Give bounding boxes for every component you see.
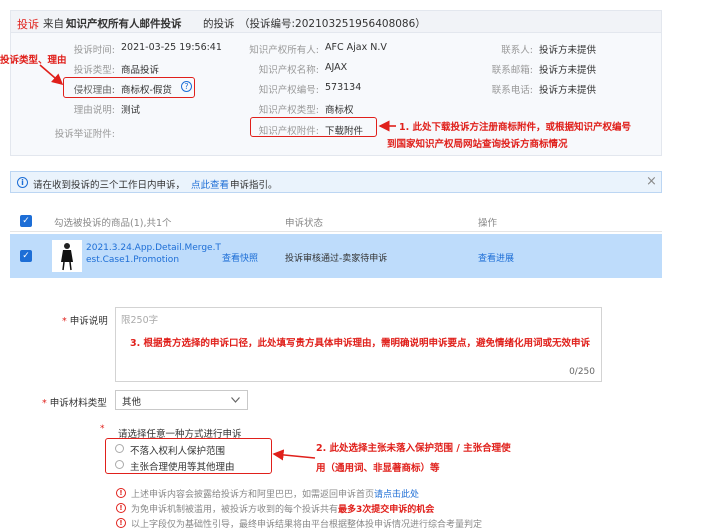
- col-header-action: 操作: [478, 218, 498, 229]
- warning-icon: !: [116, 503, 126, 513]
- col-header-status: 申诉状态: [285, 218, 324, 229]
- annotation-note-2-line1: 2. 此处选择主张未落入保护范围 / 主张合理使: [316, 443, 511, 454]
- annotation-note-2-line2: 用（通用词、非显著商标）等: [316, 463, 440, 474]
- tip-3: 以上字段仅为基础性引导，最终申诉结果将由平台根据整体投申诉情况进行综合考量判定: [131, 520, 483, 530]
- product-image-icon: [61, 243, 73, 271]
- material-type-label: * 申诉材料类型: [42, 398, 107, 409]
- notice-text: 请在收到投诉的三个工作日内申诉，: [33, 180, 186, 191]
- tip-2-highlight: 最多3次提交申诉的机会: [338, 505, 435, 515]
- option-label-fair-use[interactable]: 主张合理使用等其他理由: [130, 459, 235, 473]
- arrow-to-reason: [39, 64, 64, 86]
- product-thumbnail: [52, 240, 82, 272]
- annotation-note-3: 3. 根据贵方选择的申诉口径，此处填写贵方具体申诉理由，需明确说明申诉要点，避免…: [130, 338, 591, 349]
- material-type-select[interactable]: 其他: [115, 390, 248, 410]
- tip-1: 上述申诉内容会披露给投诉方和阿里巴巴，如需返回申诉首页请点击此处: [131, 490, 420, 500]
- appeal-status-value: 投诉审核通过-卖家待申诉: [285, 254, 388, 264]
- option-radio-scope[interactable]: [115, 444, 124, 453]
- warning-icon: !: [116, 488, 126, 498]
- view-progress-link[interactable]: 查看进展: [478, 251, 514, 264]
- notice-suffix: 申诉指引。: [230, 180, 278, 191]
- option-radio-fair-use[interactable]: [115, 460, 124, 469]
- close-icon[interactable]: ×: [646, 174, 657, 189]
- view-snapshot-link[interactable]: 查看快照: [222, 251, 258, 264]
- row-checkbox[interactable]: ✓: [20, 250, 32, 262]
- table-row[interactable]: ✓ 2021.3.24.App.Detail.Merge.Test.Case1.…: [10, 234, 662, 278]
- product-name-link[interactable]: 2021.3.24.App.Detail.Merge.Test.Case1.Pr…: [86, 242, 221, 266]
- notice-guide-link[interactable]: 点此查看: [191, 177, 229, 191]
- reason-label: * 申诉说明: [62, 316, 108, 327]
- info-icon: i: [17, 177, 28, 188]
- arrow-to-options: [272, 449, 316, 461]
- select-all-checkbox[interactable]: ✓: [20, 215, 32, 227]
- tip-1-link[interactable]: 请点击此处: [374, 490, 419, 500]
- option-label-scope[interactable]: 不落入权利人保护范围: [130, 443, 225, 457]
- reason-placeholder: 限250字: [121, 315, 159, 326]
- reason-textarea[interactable]: 限250字 3. 根据贵方选择的申诉口径，此处填写贵方具体申诉理由，需明确说明申…: [115, 307, 602, 382]
- table-header: ✓ 勾选被投诉的商品(1),共1个 申诉状态 操作: [10, 210, 662, 232]
- warning-icon: !: [116, 518, 126, 528]
- notice-bar: i 请在收到投诉的三个工作日内申诉， 点此查看 申诉指引。 ×: [10, 171, 662, 193]
- chevron-down-icon: [231, 397, 240, 403]
- reason-counter: 0/250: [569, 367, 595, 377]
- tip-2: 为免申诉机制被滥用，被投诉方收到的每个投诉共有最多3次提交申诉的机会: [131, 505, 435, 515]
- method-required-mark: *: [100, 424, 105, 434]
- col-header-product: 勾选被投诉的商品(1),共1个: [54, 218, 172, 229]
- material-type-value: 其他: [122, 397, 142, 408]
